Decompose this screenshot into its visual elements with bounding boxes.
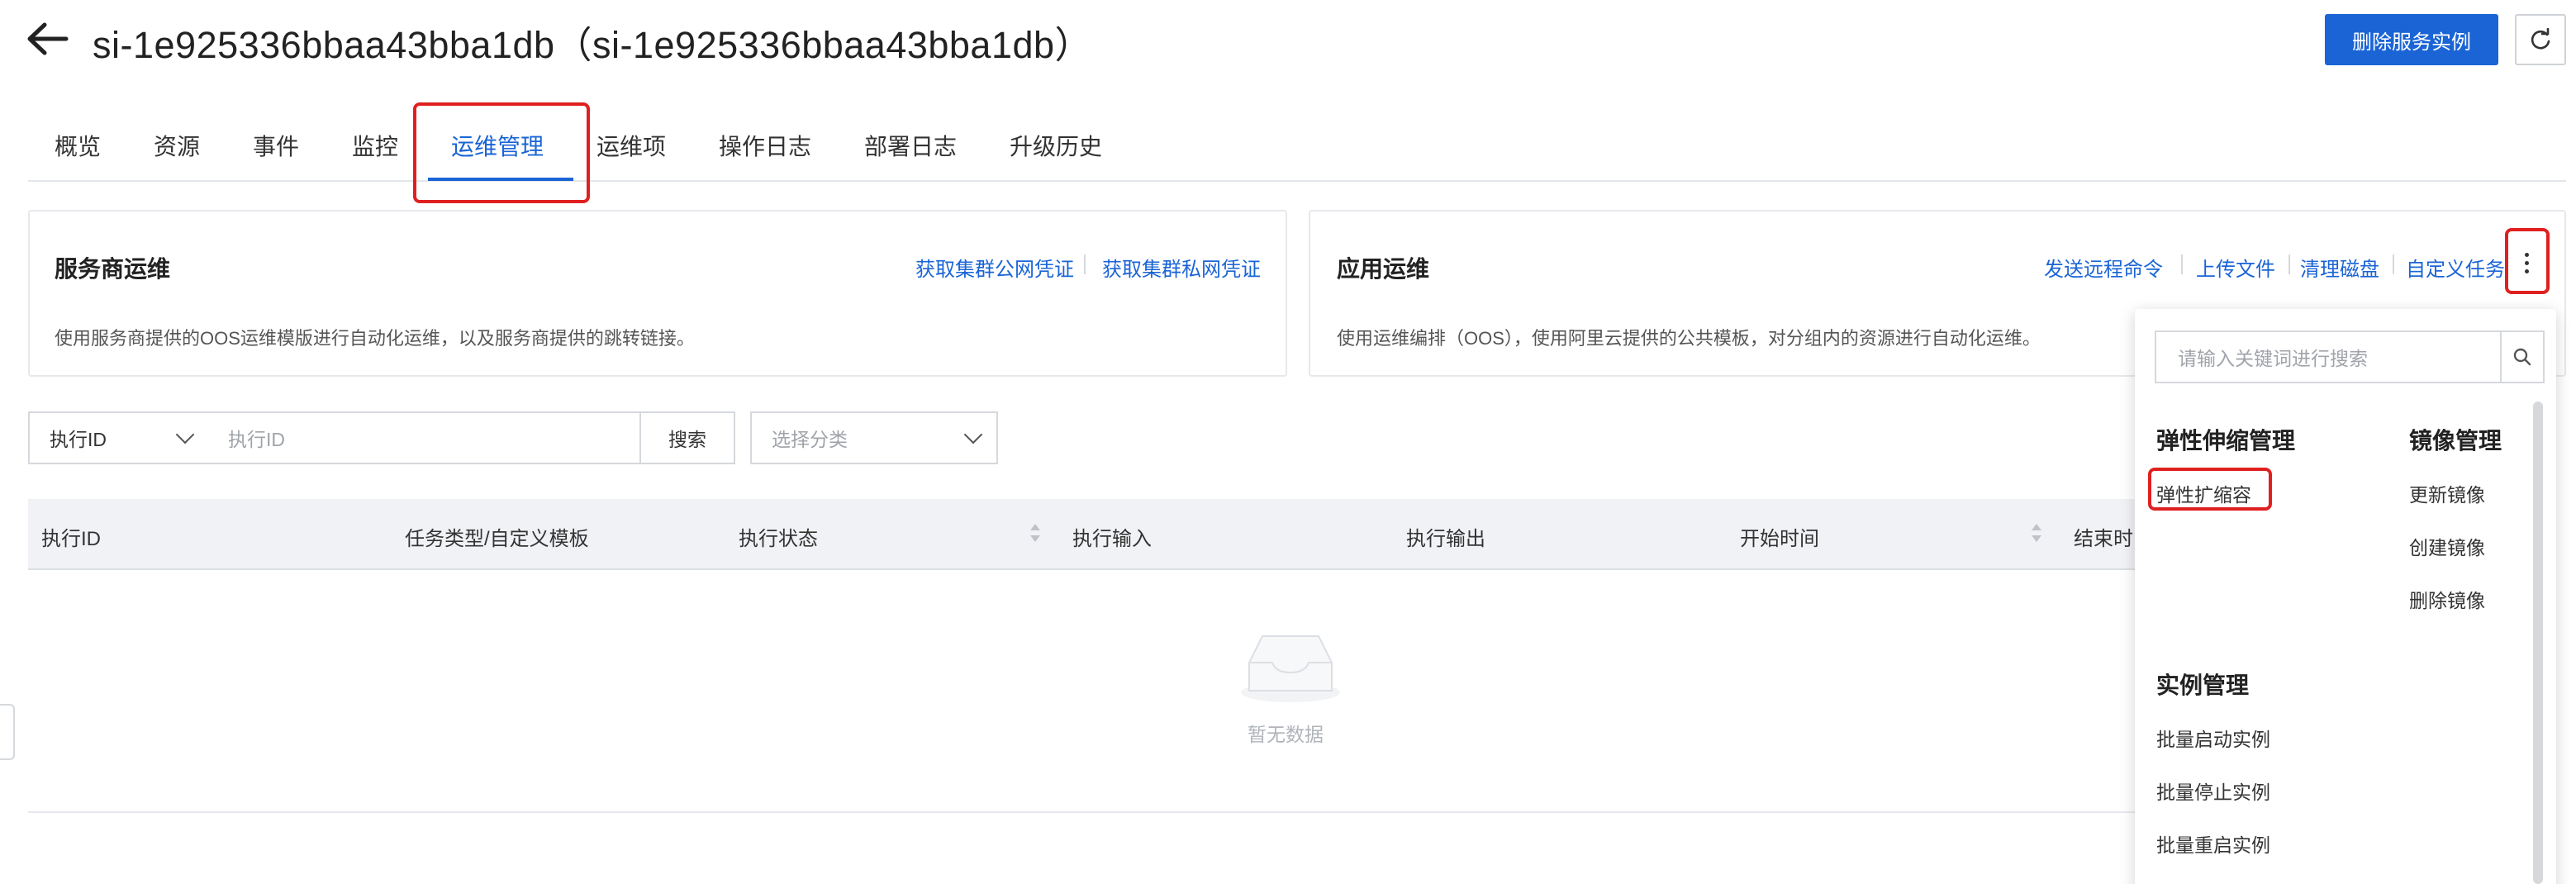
link-divider: [2288, 254, 2290, 274]
custom-task-link[interactable]: 自定义任务: [2406, 253, 2505, 282]
field-select[interactable]: 执行ID: [28, 411, 210, 464]
highlight-box-more: [2505, 228, 2550, 294]
group-title-instance-management: 实例管理: [2156, 673, 2250, 698]
tab-overview[interactable]: 概览: [55, 129, 101, 162]
upload-file-link[interactable]: 上传文件: [2196, 253, 2275, 282]
dropdown-search-input[interactable]: 请输入关键词进行搜索: [2155, 330, 2502, 383]
column-execution-status[interactable]: 执行状态: [739, 522, 818, 551]
column-start-time[interactable]: 开始时间: [1740, 522, 1819, 551]
highlight-box-tab: [413, 102, 590, 203]
refresh-icon: [2531, 28, 2550, 50]
app-ops-title: 应用运维: [1337, 256, 1430, 282]
tab-monitoring[interactable]: 监控: [352, 129, 398, 162]
tab-deployment-log[interactable]: 部署日志: [864, 129, 957, 162]
menu-item-update-image[interactable]: 更新镜像: [2409, 479, 2485, 507]
clean-disk-link[interactable]: 清理磁盘: [2300, 253, 2379, 282]
execution-id-placeholder: 执行ID: [228, 429, 285, 450]
link-divider: [2393, 254, 2394, 274]
dropdown-search-button[interactable]: [2500, 330, 2545, 383]
table-bottom-border: [28, 811, 2143, 813]
column-task-type: 任务类型/自定义模板: [405, 528, 589, 550]
send-remote-command-link[interactable]: 发送远程命令: [2044, 253, 2163, 282]
menu-item-delete-image[interactable]: 删除镜像: [2409, 585, 2485, 613]
sort-icon[interactable]: [2031, 522, 2042, 544]
back-arrow-icon[interactable]: [25, 18, 69, 59]
menu-item-batch-stop[interactable]: 批量停止实例: [2156, 777, 2270, 805]
search-button[interactable]: 搜索: [639, 411, 735, 464]
tab-resources[interactable]: 资源: [154, 129, 200, 162]
delete-service-instance-button[interactable]: 删除服务实例: [2325, 14, 2498, 65]
execution-id-input[interactable]: 执行ID: [208, 411, 641, 464]
link-divider: [2181, 254, 2183, 274]
group-title-image-management: 镜像管理: [2409, 428, 2502, 454]
menu-item-batch-restart[interactable]: 批量重启实例: [2156, 829, 2270, 858]
empty-state-text: 暂无数据: [1248, 724, 1324, 745]
dropdown-search-placeholder: 请输入关键词进行搜索: [2178, 348, 2368, 369]
dropdown-scrollbar[interactable]: [2533, 402, 2543, 884]
highlight-box-elastic-scaling: [2148, 468, 2272, 511]
tab-ops-items[interactable]: 运维项: [596, 129, 666, 162]
category-select[interactable]: 选择分类: [750, 411, 998, 464]
provider-ops-card: [28, 210, 1287, 377]
menu-item-batch-start[interactable]: 批量启动实例: [2156, 724, 2270, 752]
tab-events[interactable]: 事件: [253, 129, 299, 162]
app-ops-description: 使用运维编排（OOS），使用阿里云提供的公共模板，对分组内的资源进行自动化运维。: [1337, 328, 2041, 349]
collapse-sidebar-handle[interactable]: [0, 704, 15, 760]
page-title: si-1e925336bbaa43bba1db（si-1e925336bbaa4…: [93, 24, 1093, 66]
get-public-credential-link[interactable]: 获取集群公网凭证: [915, 253, 1074, 282]
column-end-time[interactable]: 结束时: [2074, 522, 2133, 551]
link-divider: [1084, 254, 1086, 274]
empty-box-icon: [1241, 635, 1340, 702]
provider-ops-title: 服务商运维: [55, 256, 171, 282]
chevron-down-icon: [175, 425, 195, 444]
provider-ops-description: 使用服务商提供的OOS运维模版进行自动化运维，以及服务商提供的跳转链接。: [55, 328, 695, 349]
get-private-credential-link[interactable]: 获取集群私网凭证: [1102, 253, 1261, 282]
search-icon: [2513, 348, 2531, 366]
menu-item-create-image[interactable]: 创建镜像: [2409, 532, 2485, 560]
tab-operation-log[interactable]: 操作日志: [719, 129, 811, 162]
refresh-button[interactable]: [2515, 14, 2566, 65]
category-placeholder: 选择分类: [772, 429, 848, 450]
group-title-auto-scaling: 弹性伸缩管理: [2156, 428, 2296, 454]
column-execution-id: 执行ID: [41, 528, 101, 550]
sort-icon[interactable]: [1029, 522, 1041, 544]
column-execution-input: 执行输入: [1072, 528, 1152, 550]
column-execution-output: 执行输出: [1406, 528, 1485, 550]
tabs-divider: [28, 180, 2566, 182]
tab-upgrade-history[interactable]: 升级历史: [1010, 129, 1102, 162]
field-select-value: 执行ID: [50, 429, 107, 450]
chevron-down-icon: [963, 425, 983, 444]
